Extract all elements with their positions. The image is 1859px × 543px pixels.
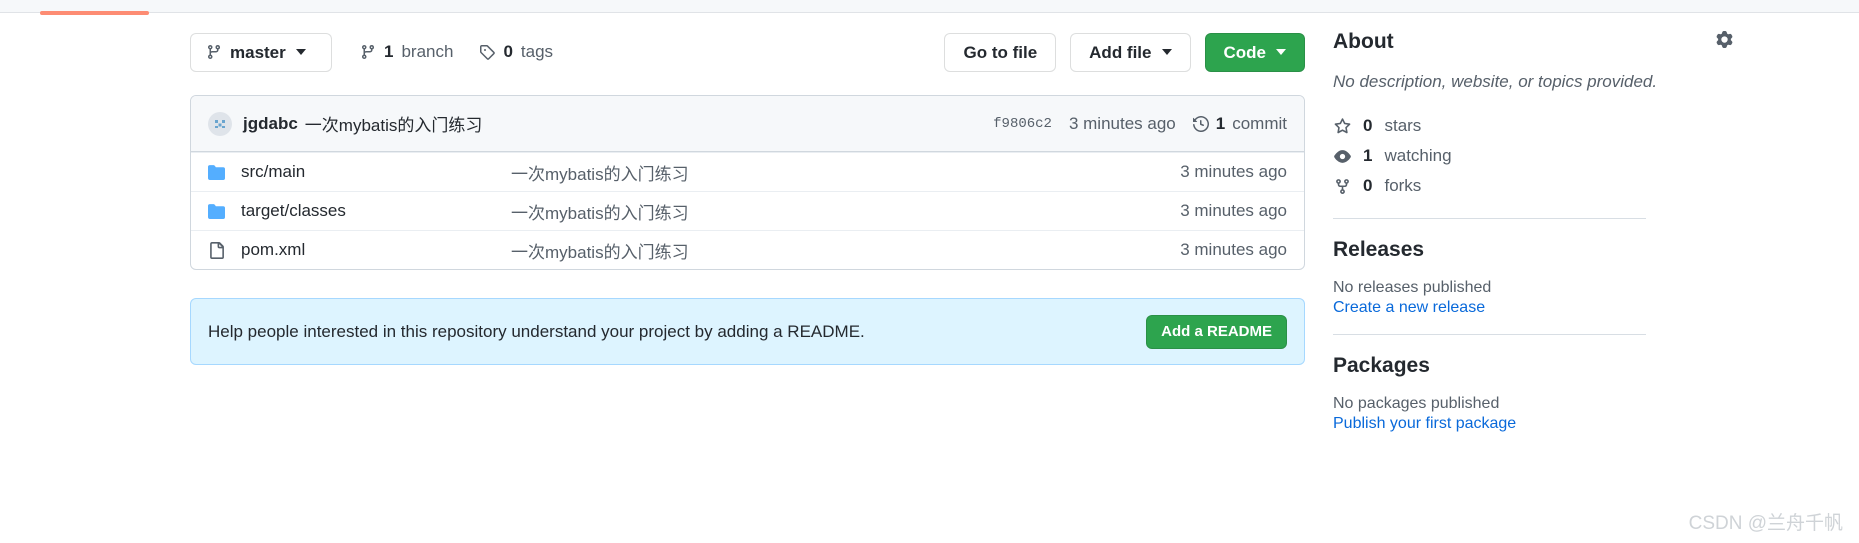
tag-icon bbox=[479, 44, 495, 60]
sidebar-divider bbox=[1333, 334, 1646, 335]
add-file-button[interactable]: Add file bbox=[1070, 33, 1190, 72]
watching-label: watching bbox=[1384, 146, 1451, 166]
fork-icon bbox=[1333, 178, 1351, 195]
forks-label: forks bbox=[1384, 176, 1421, 196]
history-icon bbox=[1193, 116, 1209, 132]
active-tab-indicator bbox=[40, 11, 149, 15]
go-to-file-button[interactable]: Go to file bbox=[944, 33, 1056, 72]
file-commit-message[interactable]: 一次mybatis的入门练习 bbox=[511, 199, 1180, 224]
branch-count-label: branch bbox=[401, 42, 453, 62]
avatar bbox=[208, 112, 232, 136]
add-readme-banner: Help people interested in this repositor… bbox=[190, 298, 1305, 365]
commit-author[interactable]: jgdabc bbox=[243, 114, 298, 134]
forks-stat[interactable]: 0 forks bbox=[1333, 171, 1733, 201]
csdn-watermark: CSDN @兰舟千帆 bbox=[1689, 508, 1843, 535]
watching-count: 1 bbox=[1363, 146, 1372, 166]
packages-empty-text: No packages published bbox=[1333, 395, 1733, 413]
repository-toolbar: master 1 branch 0 tags Go to file bbox=[190, 30, 1305, 74]
stars-label: stars bbox=[1384, 116, 1421, 136]
branch-icon bbox=[360, 44, 376, 60]
tag-count-label: tags bbox=[521, 42, 553, 62]
packages-section: Packages No packages published Publish y… bbox=[1333, 354, 1733, 433]
table-row[interactable]: src/main 一次mybatis的入门练习 3 minutes ago bbox=[191, 152, 1304, 191]
file-name[interactable]: target/classes bbox=[241, 201, 511, 221]
file-commit-message[interactable]: 一次mybatis的入门练习 bbox=[511, 160, 1180, 185]
latest-commit-bar: jgdabc 一次mybatis的入门练习 f9806c2 3 minutes … bbox=[191, 96, 1304, 152]
code-label: Code bbox=[1224, 44, 1267, 61]
table-row[interactable]: pom.xml 一次mybatis的入门练习 3 minutes ago bbox=[191, 230, 1304, 269]
add-readme-banner-text: Help people interested in this repositor… bbox=[208, 322, 865, 342]
about-heading: About bbox=[1333, 30, 1733, 54]
tag-count-value: 0 bbox=[503, 42, 512, 62]
branch-icon bbox=[206, 44, 222, 60]
about-title: About bbox=[1333, 30, 1394, 54]
commit-count[interactable]: 1 commit bbox=[1193, 114, 1287, 134]
gear-icon[interactable] bbox=[1716, 30, 1733, 54]
commit-sha[interactable]: f9806c2 bbox=[993, 116, 1052, 132]
file-name[interactable]: src/main bbox=[241, 162, 511, 182]
page-top-strip bbox=[0, 0, 1859, 13]
table-row[interactable]: target/classes 一次mybatis的入门练习 3 minutes … bbox=[191, 191, 1304, 230]
sidebar-divider bbox=[1333, 218, 1646, 219]
file-commit-message[interactable]: 一次mybatis的入门练习 bbox=[511, 238, 1180, 263]
chevron-down-icon bbox=[1276, 49, 1286, 55]
publish-package-link[interactable]: Publish your first package bbox=[1333, 415, 1733, 433]
branch-selector-label: master bbox=[230, 44, 286, 61]
file-time: 3 minutes ago bbox=[1180, 162, 1287, 182]
folder-icon bbox=[208, 164, 228, 181]
chevron-down-icon bbox=[296, 49, 306, 55]
releases-title: Releases bbox=[1333, 238, 1733, 262]
commit-count-label: commit bbox=[1232, 114, 1287, 134]
watching-stat[interactable]: 1 watching bbox=[1333, 141, 1733, 171]
branch-count[interactable]: 1 branch bbox=[360, 42, 453, 62]
file-time: 3 minutes ago bbox=[1180, 201, 1287, 221]
commit-meta: f9806c2 3 minutes ago 1 commit bbox=[993, 114, 1287, 134]
file-name[interactable]: pom.xml bbox=[241, 240, 511, 260]
commit-count-value: 1 bbox=[1216, 114, 1225, 134]
file-listing-box: jgdabc 一次mybatis的入门练习 f9806c2 3 minutes … bbox=[190, 95, 1305, 270]
releases-section: Releases No releases published Create a … bbox=[1333, 238, 1733, 317]
tag-count[interactable]: 0 tags bbox=[479, 42, 553, 62]
forks-count: 0 bbox=[1363, 176, 1372, 196]
file-time: 3 minutes ago bbox=[1180, 240, 1287, 260]
repository-main-column: master 1 branch 0 tags Go to file bbox=[190, 30, 1305, 365]
add-readme-button[interactable]: Add a README bbox=[1146, 315, 1287, 349]
chevron-down-icon bbox=[1162, 49, 1172, 55]
branch-selector-button[interactable]: master bbox=[190, 33, 332, 72]
commit-time: 3 minutes ago bbox=[1069, 114, 1176, 134]
branch-count-value: 1 bbox=[384, 42, 393, 62]
repository-page: master 1 branch 0 tags Go to file bbox=[0, 0, 1859, 543]
stars-stat[interactable]: 0 stars bbox=[1333, 111, 1733, 141]
releases-empty-text: No releases published bbox=[1333, 279, 1733, 297]
add-file-label: Add file bbox=[1089, 44, 1151, 61]
about-description: No description, website, or topics provi… bbox=[1333, 72, 1733, 92]
stars-count: 0 bbox=[1363, 116, 1372, 136]
create-release-link[interactable]: Create a new release bbox=[1333, 299, 1733, 317]
commit-message[interactable]: 一次mybatis的入门练习 bbox=[305, 111, 483, 136]
about-stats: 0 stars 1 watching 0 forks bbox=[1333, 111, 1733, 201]
folder-icon bbox=[208, 203, 228, 220]
file-icon bbox=[208, 242, 228, 259]
eye-icon bbox=[1333, 148, 1351, 165]
packages-title: Packages bbox=[1333, 354, 1733, 378]
star-icon bbox=[1333, 118, 1351, 135]
repository-sidebar: About No description, website, or topics… bbox=[1333, 30, 1733, 433]
code-button[interactable]: Code bbox=[1205, 33, 1306, 72]
